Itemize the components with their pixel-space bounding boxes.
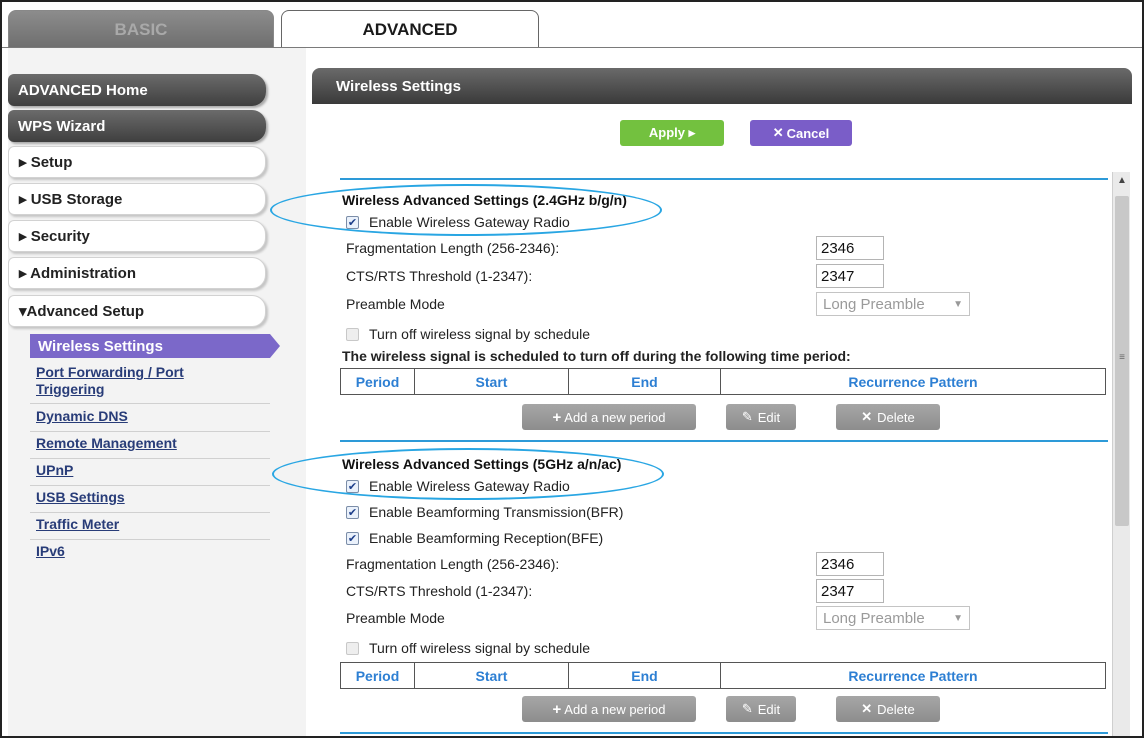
apply-button[interactable]: Apply ▸ [620,120,724,146]
band24-cts-input[interactable]: 2347 [816,264,884,288]
page-title: Wireless Settings [312,68,1132,104]
sidebar-item-advanced-home[interactable]: ADVANCED Home [8,74,266,106]
sidebar-item-label: Triggering [36,381,105,397]
tab-basic[interactable]: BASIC [8,10,274,48]
sidebar-item-label: ▸ Administration [19,265,136,282]
cancel-label: Cancel [786,125,830,141]
band5-frag-input[interactable]: 2346 [816,552,884,576]
pencil-icon: ✎ [741,409,753,424]
sidebar-item-label: Port Forwarding / Port [36,364,184,380]
add-period-label: Add a new period [564,701,666,717]
plus-icon: + [552,700,562,718]
x-icon: ✕ [861,701,873,716]
col-period: Period [340,662,415,689]
sidebar-item-traffic-meter[interactable]: Traffic Meter [30,516,270,540]
sidebar-item-usb-storage[interactable]: ▸ USB Storage [8,183,266,215]
band24-frag-label: Fragmentation Length (256-2346): [346,240,560,256]
cancel-button[interactable]: ✕ Cancel [750,120,852,146]
sidebar-item-wireless-settings[interactable]: Wireless Settings [30,334,280,358]
band5-bfr-label: Enable Beamforming Transmission(BFR) [369,504,624,520]
sidebar-item-port-forwarding[interactable]: Port Forwarding / Port Triggering [30,364,270,404]
sidebar-item-label: ▸ USB Storage [19,191,123,208]
content-panel: Wireless Settings Apply ▸ ✕ Cancel ▲ ≡ W… [312,68,1132,736]
sidebar-item-security[interactable]: ▸ Security [8,220,266,252]
band24-preamble-value: Long Preamble [823,295,925,313]
band5-schedule-checkbox[interactable] [346,641,359,655]
sidebar-item-administration[interactable]: ▸ Administration [8,257,266,289]
band5-schedule-row: Turn off wireless signal by schedule [346,640,590,656]
section-separator [340,440,1108,442]
col-recurrence: Recurrence Pattern [720,368,1106,395]
band5-cts-input[interactable]: 2347 [816,579,884,603]
band24-preamble-select[interactable]: Long Preamble ▼ [816,292,970,316]
section-separator [340,732,1108,734]
section-separator [340,178,1108,180]
schedule-description: The wireless signal is scheduled to turn… [342,348,851,364]
vertical-scrollbar[interactable]: ▲ ≡ [1112,172,1130,736]
highlight-ellipse-5ghz [272,448,664,500]
delete-label: Delete [877,409,915,425]
plus-icon: + [552,408,562,426]
sidebar-item-remote-management[interactable]: Remote Management [30,435,270,459]
col-recurrence: Recurrence Pattern [720,662,1106,689]
band5-preamble-value: Long Preamble [823,609,925,627]
band24-schedule-table: Period Start End Recurrence Pattern [340,368,1106,395]
col-period: Period [340,368,415,395]
band24-frag-input[interactable]: 2346 [816,236,884,260]
delete-label: Delete [877,701,915,717]
pencil-icon: ✎ [741,701,753,716]
scroll-up-icon[interactable]: ▲ [1113,172,1131,188]
band24-preamble-label: Preamble Mode [346,296,445,312]
band24-schedule-label: Turn off wireless signal by schedule [369,326,590,342]
sidebar-item-label: ▾Advanced Setup [19,303,145,320]
band5-schedule-table: Period Start End Recurrence Pattern [340,662,1106,689]
sidebar-item-dynamic-dns[interactable]: Dynamic DNS [30,408,270,432]
band24-delete-button[interactable]: ✕ Delete [836,404,940,430]
sidebar-item-ipv6[interactable]: IPv6 [30,543,270,567]
band5-bfe-label: Enable Beamforming Reception(BFE) [369,530,604,546]
col-start: Start [414,662,569,689]
band24-cts-label: CTS/RTS Threshold (1-2347): [346,268,533,284]
sidebar-item-advanced-setup[interactable]: ▾Advanced Setup [8,295,266,327]
chevron-down-icon: ▼ [953,612,963,624]
chevron-down-icon: ▼ [953,298,963,310]
scroll-grip-icon: ≡ [1119,352,1125,363]
top-tab-bar: BASIC ADVANCED [0,0,1144,48]
band5-cts-label: CTS/RTS Threshold (1-2347): [346,583,533,599]
edit-label: Edit [757,701,781,717]
sidebar-item-usb-settings[interactable]: USB Settings [30,489,270,513]
tab-advanced[interactable]: ADVANCED [281,10,539,48]
sidebar-item-upnp[interactable]: UPnP [30,462,270,486]
edit-label: Edit [757,409,781,425]
sidebar-item-wps-wizard[interactable]: WPS Wizard [8,110,266,142]
sidebar-item-label: ▸ Setup [19,154,73,171]
band5-bfr-checkbox[interactable]: ✔ [346,505,359,519]
sidebar-item-label: ▸ Security [19,228,90,245]
band5-preamble-label: Preamble Mode [346,610,445,626]
x-icon: ✕ [861,409,873,424]
band24-schedule-checkbox[interactable] [346,327,359,341]
col-start: Start [414,368,569,395]
band5-frag-label: Fragmentation Length (256-2346): [346,556,560,572]
band5-edit-button[interactable]: ✎ Edit [726,696,796,722]
band5-add-period-button[interactable]: + Add a new period [522,696,696,722]
band5-preamble-select[interactable]: Long Preamble ▼ [816,606,970,630]
band24-edit-button[interactable]: ✎ Edit [726,404,796,430]
col-end: End [568,368,721,395]
sidebar-item-setup[interactable]: ▸ Setup [8,146,266,178]
col-end: End [568,662,721,689]
band5-bfr-row: ✔ Enable Beamforming Transmission(BFR) [346,504,623,520]
band5-bfe-checkbox[interactable]: ✔ [346,531,359,545]
add-period-label: Add a new period [564,409,666,425]
band5-delete-button[interactable]: ✕ Delete [836,696,940,722]
band5-schedule-label: Turn off wireless signal by schedule [369,640,590,656]
close-icon: ✕ [772,125,784,140]
band5-bfe-row: ✔ Enable Beamforming Reception(BFE) [346,530,603,546]
highlight-ellipse-24ghz [270,184,662,236]
band24-schedule-row: Turn off wireless signal by schedule [346,326,590,342]
band24-add-period-button[interactable]: + Add a new period [522,404,696,430]
sidebar: ADVANCED Home WPS Wizard ▸ Setup ▸ USB S… [8,48,306,736]
